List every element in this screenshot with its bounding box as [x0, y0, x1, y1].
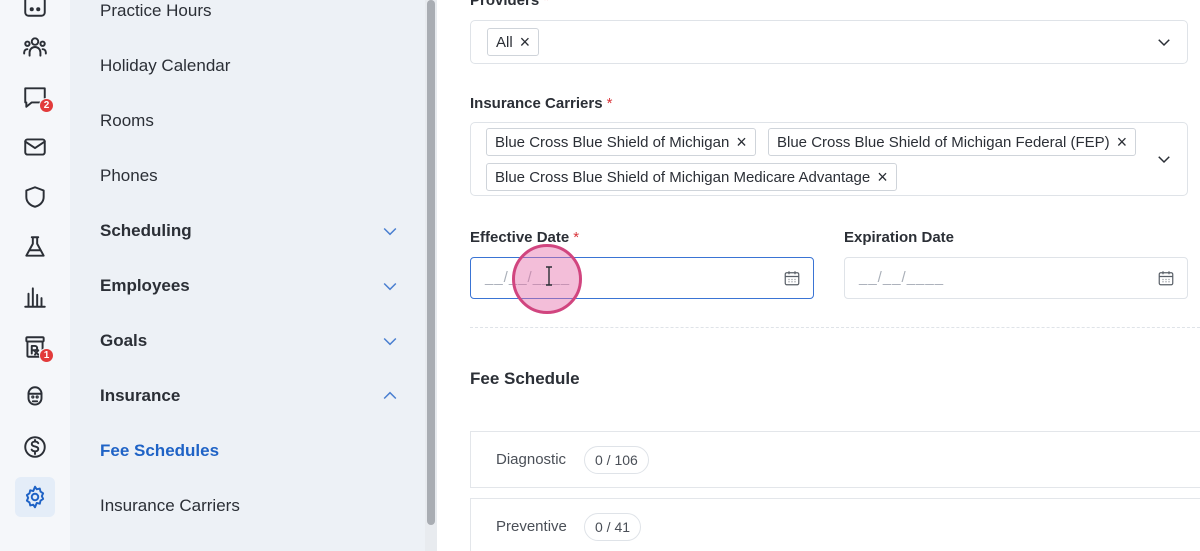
- nav-section-label: Scheduling: [100, 221, 192, 240]
- nav-item-label: Insurance Carriers: [100, 496, 240, 515]
- chat-icon[interactable]: 2: [15, 77, 55, 117]
- expiration-date-input[interactable]: __/__/____: [844, 257, 1188, 299]
- nav-scrollbar-thumb[interactable]: [427, 0, 435, 525]
- nav-item-fee-schedules[interactable]: Fee Schedules: [100, 436, 400, 466]
- chevron-down-icon: [383, 227, 397, 236]
- effective-date-label: Effective Date *: [470, 229, 579, 246]
- icon-rail: 2 1: [0, 0, 70, 551]
- remove-chip-icon[interactable]: ×: [877, 168, 888, 186]
- nav-item-holiday-calendar[interactable]: Holiday Calendar: [100, 51, 400, 81]
- required-mark: *: [606, 95, 613, 112]
- effective-date-label-text: Effective Date: [470, 229, 570, 246]
- prescription-badge: 1: [39, 348, 54, 363]
- nav-item-insurance-carriers[interactable]: Insurance Carriers: [100, 491, 400, 521]
- nav-section-employees[interactable]: Employees: [100, 271, 400, 301]
- calendar-icon[interactable]: [15, 0, 55, 26]
- carrier-chip: Blue Cross Blue Shield of Michigan Medic…: [486, 163, 897, 191]
- billing-dollar-icon[interactable]: [15, 427, 55, 467]
- settings-nav: Practice Hours Holiday Calendar Rooms Ph…: [70, 0, 425, 551]
- nav-section-label: Insurance: [100, 386, 181, 405]
- category-row-preventive[interactable]: Preventive 0 / 41: [470, 498, 1200, 551]
- patients-icon[interactable]: [15, 27, 55, 67]
- remove-chip-icon[interactable]: ×: [736, 133, 747, 151]
- chevron-down-icon[interactable]: [1155, 33, 1173, 51]
- chevron-up-icon: [383, 391, 397, 400]
- provider-chip: All ×: [487, 28, 540, 56]
- category-count-badge: 0 / 106: [584, 446, 649, 474]
- category-name: Diagnostic: [496, 451, 567, 468]
- fee-schedule-heading: Fee Schedule: [470, 369, 580, 388]
- insurance-carriers-select[interactable]: Blue Cross Blue Shield of Michigan × Blue…: [470, 122, 1188, 196]
- category-name: Preventive: [496, 518, 567, 535]
- shield-icon[interactable]: [15, 177, 55, 217]
- calendar-icon[interactable]: [783, 269, 801, 287]
- nav-item-label: Fee Schedules: [100, 441, 220, 460]
- prescription-icon[interactable]: 1: [15, 327, 55, 367]
- nav-section-insurance[interactable]: Insurance: [100, 381, 400, 411]
- nav-section-label: Goals: [100, 331, 148, 350]
- carrier-chip: Blue Cross Blue Shield of Michigan ×: [486, 128, 756, 156]
- chip-label: Blue Cross Blue Shield of Michigan Medic…: [495, 168, 871, 186]
- remove-chip-icon[interactable]: ×: [520, 33, 531, 51]
- nav-item-label: Phones: [100, 166, 158, 185]
- carriers-label-text: Insurance Carriers: [470, 95, 603, 112]
- dentist-icon[interactable]: [15, 377, 55, 417]
- chevron-down-icon: [383, 282, 397, 291]
- required-mark: *: [573, 229, 580, 246]
- chip-label: Blue Cross Blue Shield of Michigan: [495, 133, 730, 151]
- providers-label-text: Providers: [470, 0, 540, 9]
- carrier-chip: Blue Cross Blue Shield of Michigan Feder…: [768, 128, 1137, 156]
- expiration-date-placeholder: __/__/____: [859, 269, 945, 286]
- providers-label: Providers *: [470, 0, 549, 9]
- chevron-down-icon[interactable]: [1155, 150, 1173, 168]
- nav-section-goals[interactable]: Goals: [100, 326, 400, 356]
- nav-item-phones[interactable]: Phones: [100, 161, 400, 191]
- nav-item-label: Practice Hours: [100, 1, 212, 20]
- nav-section-label: Employees: [100, 276, 190, 295]
- section-divider: [470, 327, 1200, 328]
- nav-scrollbar[interactable]: [425, 0, 437, 551]
- expiration-date-label-text: Expiration Date: [844, 229, 955, 246]
- chip-label: All: [496, 33, 513, 51]
- chat-badge: 2: [39, 98, 54, 113]
- insurance-carriers-label: Insurance Carriers *: [470, 95, 612, 112]
- chip-label: Blue Cross Blue Shield of Michigan Feder…: [777, 133, 1110, 151]
- calendar-icon[interactable]: [1157, 269, 1175, 287]
- reports-chart-icon[interactable]: [15, 277, 55, 317]
- nav-item-label: Rooms: [100, 111, 154, 130]
- text-cursor-icon: [546, 266, 552, 286]
- nav-item-practice-hours[interactable]: Practice Hours: [100, 0, 400, 26]
- category-row-diagnostic[interactable]: Diagnostic 0 / 106: [470, 431, 1200, 488]
- required-mark: *: [543, 0, 550, 9]
- expiration-date-label: Expiration Date: [844, 229, 954, 246]
- providers-select[interactable]: All ×: [470, 20, 1188, 64]
- category-count-badge: 0 / 41: [584, 513, 642, 541]
- mail-icon[interactable]: [15, 127, 55, 167]
- chevron-down-icon: [383, 337, 397, 346]
- remove-chip-icon[interactable]: ×: [1117, 133, 1128, 151]
- settings-gear-icon[interactable]: [15, 477, 55, 517]
- nav-section-scheduling[interactable]: Scheduling: [100, 216, 400, 246]
- nav-item-label: Holiday Calendar: [100, 56, 231, 75]
- nav-item-rooms[interactable]: Rooms: [100, 106, 400, 136]
- lab-flask-icon[interactable]: [15, 227, 55, 267]
